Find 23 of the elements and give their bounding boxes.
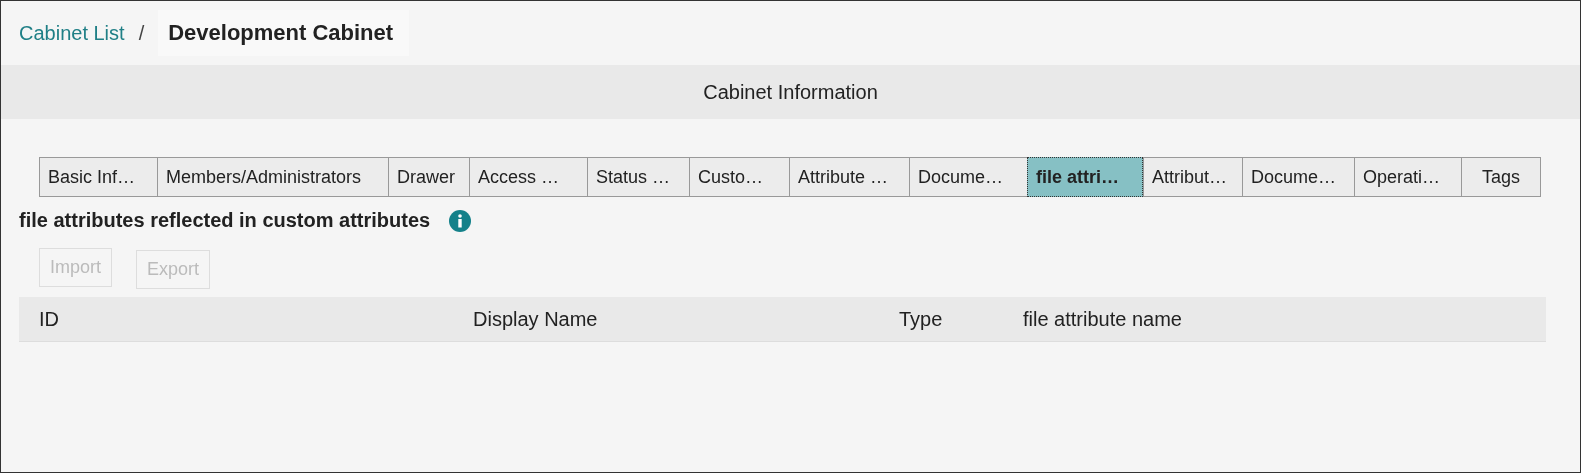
tab[interactable]: Attribute … (789, 157, 909, 197)
breadcrumb-link[interactable]: Cabinet List (19, 21, 125, 45)
column-header: Type (899, 307, 943, 330)
tab[interactable]: Operati… (1354, 157, 1461, 197)
column-header: Display Name (473, 307, 598, 330)
tab[interactable]: Docume… (1242, 157, 1354, 197)
tab[interactable]: Basic Inf… (39, 157, 157, 197)
tab[interactable]: Members/Administrators (157, 157, 388, 197)
tab[interactable]: Status … (587, 157, 689, 197)
section-header: Cabinet Information (1, 65, 1580, 119)
breadcrumb-separator: / (138, 21, 145, 45)
column-header: file attribute name (1023, 307, 1182, 330)
column-header: ID (39, 307, 59, 330)
tab[interactable]: file attri… (1027, 157, 1143, 197)
page-title: Development Cabinet (158, 10, 410, 56)
tab[interactable]: Access … (469, 157, 587, 197)
tab[interactable]: Attribut… (1143, 157, 1242, 197)
tab[interactable]: Drawer (388, 157, 469, 197)
tab[interactable]: Docume… (909, 157, 1027, 197)
info-icon[interactable] (449, 209, 472, 232)
tab[interactable]: Custo… (689, 157, 789, 197)
tab[interactable]: Tags (1461, 157, 1541, 197)
section-heading: file attributes reflected in custom attributes (19, 209, 431, 232)
